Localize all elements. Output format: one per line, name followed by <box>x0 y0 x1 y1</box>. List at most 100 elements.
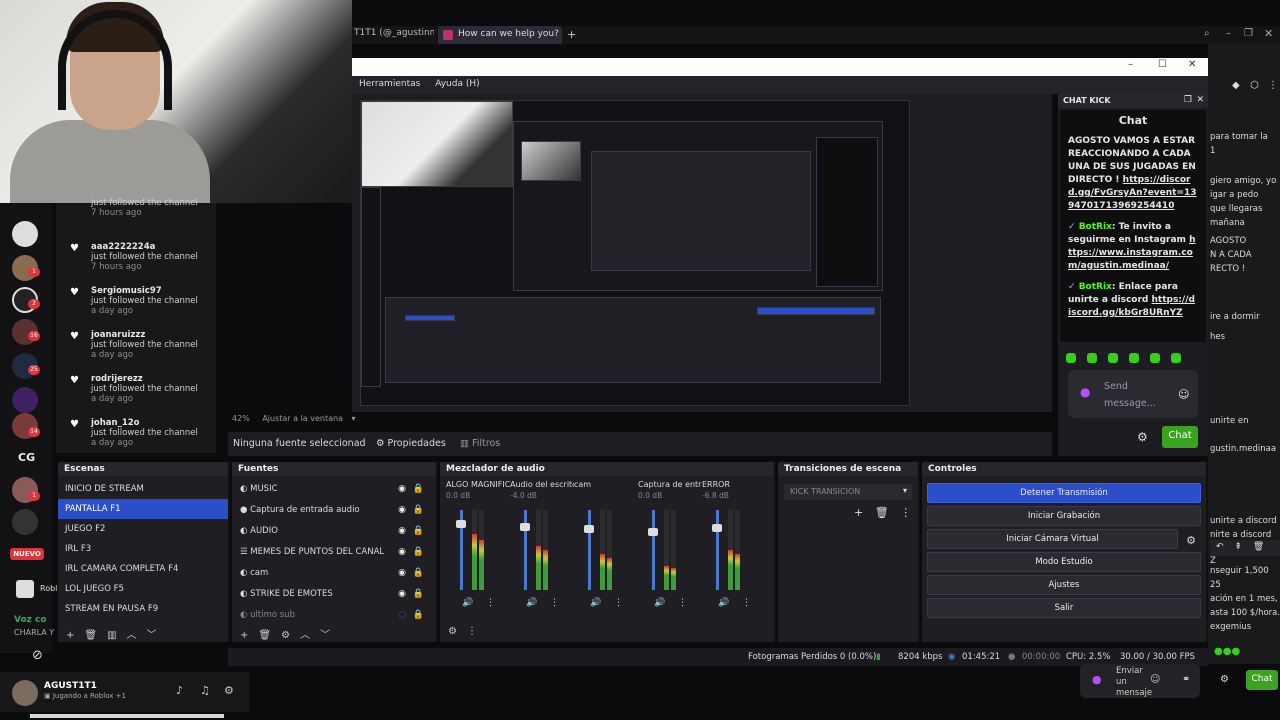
eye-icon[interactable]: ◉ <box>398 568 406 578</box>
source-item[interactable]: ◐ cam ◉ 🔒 <box>232 563 436 584</box>
emote-icon[interactable] <box>1108 353 1118 363</box>
emote-icon[interactable] <box>1066 353 1076 363</box>
server-icon[interactable] <box>12 509 38 535</box>
trash-icon[interactable]: 🗑 <box>1253 542 1264 552</box>
scene-item-selected[interactable]: PANTALLA F1 <box>58 499 228 519</box>
gear-icon[interactable]: ⚙ <box>1137 430 1148 444</box>
menu-ayuda[interactable]: Ayuda (H) <box>435 79 479 89</box>
chat-send-button[interactable]: Chat <box>1246 670 1278 690</box>
lock-icon[interactable]: 🔒 <box>413 526 424 536</box>
minimize-icon[interactable]: – <box>1226 28 1231 39</box>
scene-item[interactable]: IRL CAMARA COMPLETA F4 <box>58 559 228 579</box>
share-icon[interactable]: ⬡ <box>1250 80 1259 91</box>
source-item[interactable]: ◐ AUDIO ◉ 🔒 <box>232 521 436 542</box>
server-label[interactable]: CG <box>18 451 35 464</box>
lock-icon[interactable]: 🔒 <box>413 484 424 494</box>
pin-icon[interactable]: ⇞ <box>1234 542 1242 552</box>
zoom-fit[interactable]: Ajustar a la ventana <box>262 414 343 423</box>
menu-herramientas[interactable]: Herramientas <box>359 79 420 89</box>
stop-streaming-button[interactable]: Detener Transmisión <box>927 483 1201 503</box>
volume-slider[interactable] <box>588 510 591 590</box>
volume-slider-handle[interactable] <box>584 525 594 533</box>
inbox-icon[interactable]: ◆ <box>1232 80 1240 91</box>
close-icon[interactable]: ✕ <box>1188 59 1196 70</box>
chevron-down-icon[interactable]: ▾ <box>352 414 356 423</box>
eye-icon[interactable]: ◉ <box>398 526 406 536</box>
chat-send-button[interactable]: Chat <box>1162 426 1198 448</box>
source-item[interactable]: ◐ MUSIC ◉ 🔒 <box>232 479 436 500</box>
roblox-icon[interactable] <box>16 580 34 598</box>
lock-icon[interactable]: 🔒 <box>413 589 424 599</box>
filters-button[interactable]: ▥ Filtros <box>460 438 500 449</box>
zoom-level[interactable]: 42% <box>232 414 250 423</box>
search-icon[interactable]: ⌕ <box>1204 28 1210 39</box>
chevron-down-icon[interactable]: ﹀ <box>147 630 157 641</box>
server-icon[interactable] <box>12 221 38 247</box>
scene-item[interactable]: LOL JUEGO F5 <box>58 579 228 599</box>
speaker-icon[interactable]: 🔊 <box>526 598 537 608</box>
new-tab-icon[interactable]: + <box>567 28 576 41</box>
microphone-icon[interactable]: ♪ <box>176 684 183 697</box>
speaker-icon[interactable]: 🔊 <box>718 598 729 608</box>
more-icon[interactable]: ⋮ <box>1268 80 1278 91</box>
add-icon[interactable]: + <box>240 630 248 641</box>
lock-icon[interactable]: 🔒 <box>413 547 424 557</box>
lock-icon[interactable]: 🔒 <box>413 568 424 578</box>
more-icon[interactable]: ⋮ <box>467 626 477 637</box>
scene-item[interactable]: INICIO DE STREAM <box>58 479 228 499</box>
avatar[interactable] <box>12 680 38 706</box>
emote-icon[interactable] <box>1150 353 1160 363</box>
scene-item[interactable]: JUEGO F2 <box>58 519 228 539</box>
browser-tab-1[interactable]: T1T1 (@_agustinme <box>354 28 434 42</box>
eye-icon[interactable]: ◉ <box>398 505 406 515</box>
float-dock-icon[interactable]: ❐ <box>1184 95 1192 105</box>
volume-slider-handle[interactable] <box>712 524 722 532</box>
add-icon[interactable]: + <box>854 506 863 519</box>
chevron-up-icon[interactable]: ︿ <box>127 630 137 641</box>
more-icon[interactable]: ⋮ <box>742 598 751 608</box>
filter-icon[interactable]: ▥ <box>107 630 116 641</box>
more-icon[interactable]: ⋮ <box>486 598 495 608</box>
speaker-icon[interactable]: 🔊 <box>462 598 473 608</box>
gear-icon[interactable]: ⚙ <box>1220 674 1229 685</box>
scene-item[interactable]: IRL F3 <box>58 539 228 559</box>
source-item-hidden[interactable]: ◐ ultimo sub ◌ 🔒 <box>232 605 436 626</box>
microphone-icon[interactable]: ● <box>1080 384 1090 401</box>
speaker-icon[interactable]: 🔊 <box>654 598 665 608</box>
more-icon[interactable]: ⋮ <box>678 598 687 608</box>
more-icon[interactable]: ⋮ <box>614 598 623 608</box>
screenshare-off-icon[interactable]: ⊘ <box>32 648 43 663</box>
settings-button[interactable]: Ajustes <box>927 575 1201 595</box>
emote-icon[interactable] <box>1087 353 1097 363</box>
studio-mode-button[interactable]: Modo Estudio <box>927 552 1201 572</box>
restore-icon[interactable]: ❐ <box>1244 28 1253 39</box>
source-item[interactable]: ☰ MEMES DE PUNTOS DEL CANAL ◉ 🔒 <box>232 542 436 563</box>
browser-tab-2[interactable]: How can we help you? - C <box>438 26 562 44</box>
maximize-icon[interactable]: ☐ <box>1158 59 1167 70</box>
emote-icon[interactable] <box>1171 353 1181 363</box>
start-virtual-camera-button[interactable]: Iniciar Cámara Virtual <box>927 529 1178 549</box>
chevron-up-icon[interactable]: ︿ <box>300 630 310 641</box>
source-item[interactable]: ◐ STRIKE DE EMOTES ◉ 🔒 <box>232 584 436 605</box>
send-message-input[interactable]: ● Send message... ☺ <box>1068 370 1198 418</box>
emote-icon[interactable] <box>1129 353 1139 363</box>
start-recording-button[interactable]: Iniciar Grabación <box>927 506 1201 526</box>
more-icon[interactable]: ⋮ <box>900 506 911 519</box>
link-icon[interactable]: ⚭ <box>1182 674 1190 685</box>
emote-icon[interactable]: ●●● <box>1214 646 1240 657</box>
properties-button[interactable]: ⚙ Propiedades <box>376 438 446 449</box>
eye-icon[interactable]: ◉ <box>398 589 406 599</box>
volume-slider[interactable] <box>716 510 719 590</box>
headphones-icon[interactable]: ♫ <box>200 684 210 697</box>
volume-slider[interactable] <box>524 510 527 590</box>
chevron-down-icon[interactable]: ﹀ <box>320 630 330 641</box>
minimize-icon[interactable]: – <box>1128 59 1133 70</box>
gear-icon[interactable]: ⚙ <box>224 684 234 697</box>
reply-icon[interactable]: ↶ <box>1216 542 1224 552</box>
emoji-icon[interactable]: ☺ <box>1150 674 1160 685</box>
exit-button[interactable]: Salir <box>927 598 1201 618</box>
transition-select[interactable]: KICK TRANSICION ▾ <box>784 484 912 500</box>
gear-icon[interactable]: ⚙ <box>281 630 290 641</box>
trash-icon[interactable]: 🗑 <box>875 506 889 519</box>
trash-icon[interactable]: 🗑 <box>84 630 97 641</box>
